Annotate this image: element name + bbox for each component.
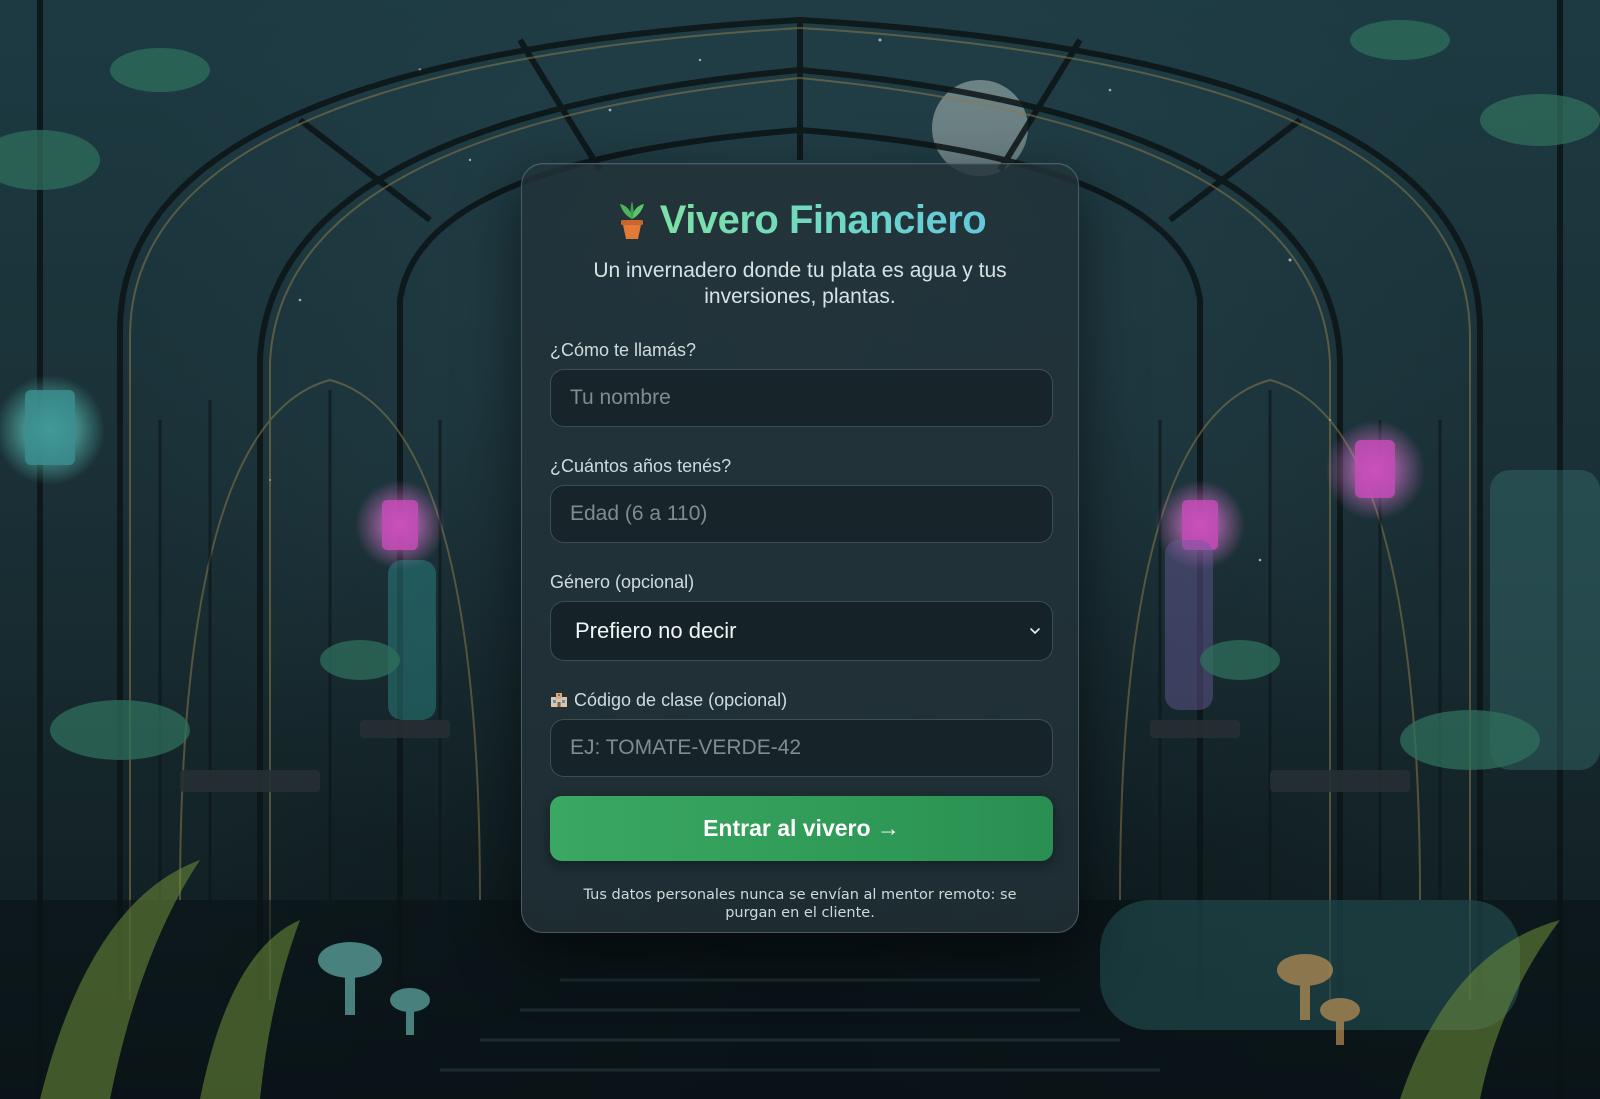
class-code-label: Código de clase (opcional) — [574, 689, 788, 710]
potted-plant-icon — [619, 201, 644, 239]
title-row: Vivero Financiero — [550, 196, 1050, 244]
name-input[interactable] — [550, 369, 1053, 427]
class-code-input[interactable] — [550, 719, 1053, 777]
gender-select-value[interactable]: Prefiero no decir — [550, 601, 1053, 661]
app-title: Vivero Financiero — [659, 197, 987, 242]
age-input[interactable] — [550, 485, 1053, 543]
age-label: ¿Cuántos años tenés? — [550, 455, 732, 476]
enter-nursery-button[interactable]: Entrar al vivero → — [550, 796, 1053, 861]
privacy-note: Tus datos personales nunca se envían al … — [583, 887, 1017, 921]
class-code-label-row: Código de clase (opcional) — [550, 689, 1050, 711]
name-label: ¿Cómo te llamás? — [550, 339, 697, 360]
onboarding-card: Vivero Financiero Un invernadero donde t… — [521, 163, 1079, 933]
school-icon — [551, 693, 567, 707]
gender-select[interactable]: Prefiero no decir — [550, 601, 1053, 661]
chevron-down-icon — [1030, 628, 1040, 634]
gender-label: Género (opcional) — [550, 571, 695, 592]
app-subtitle: Un invernadero donde tu plata es agua y … — [593, 259, 1007, 308]
